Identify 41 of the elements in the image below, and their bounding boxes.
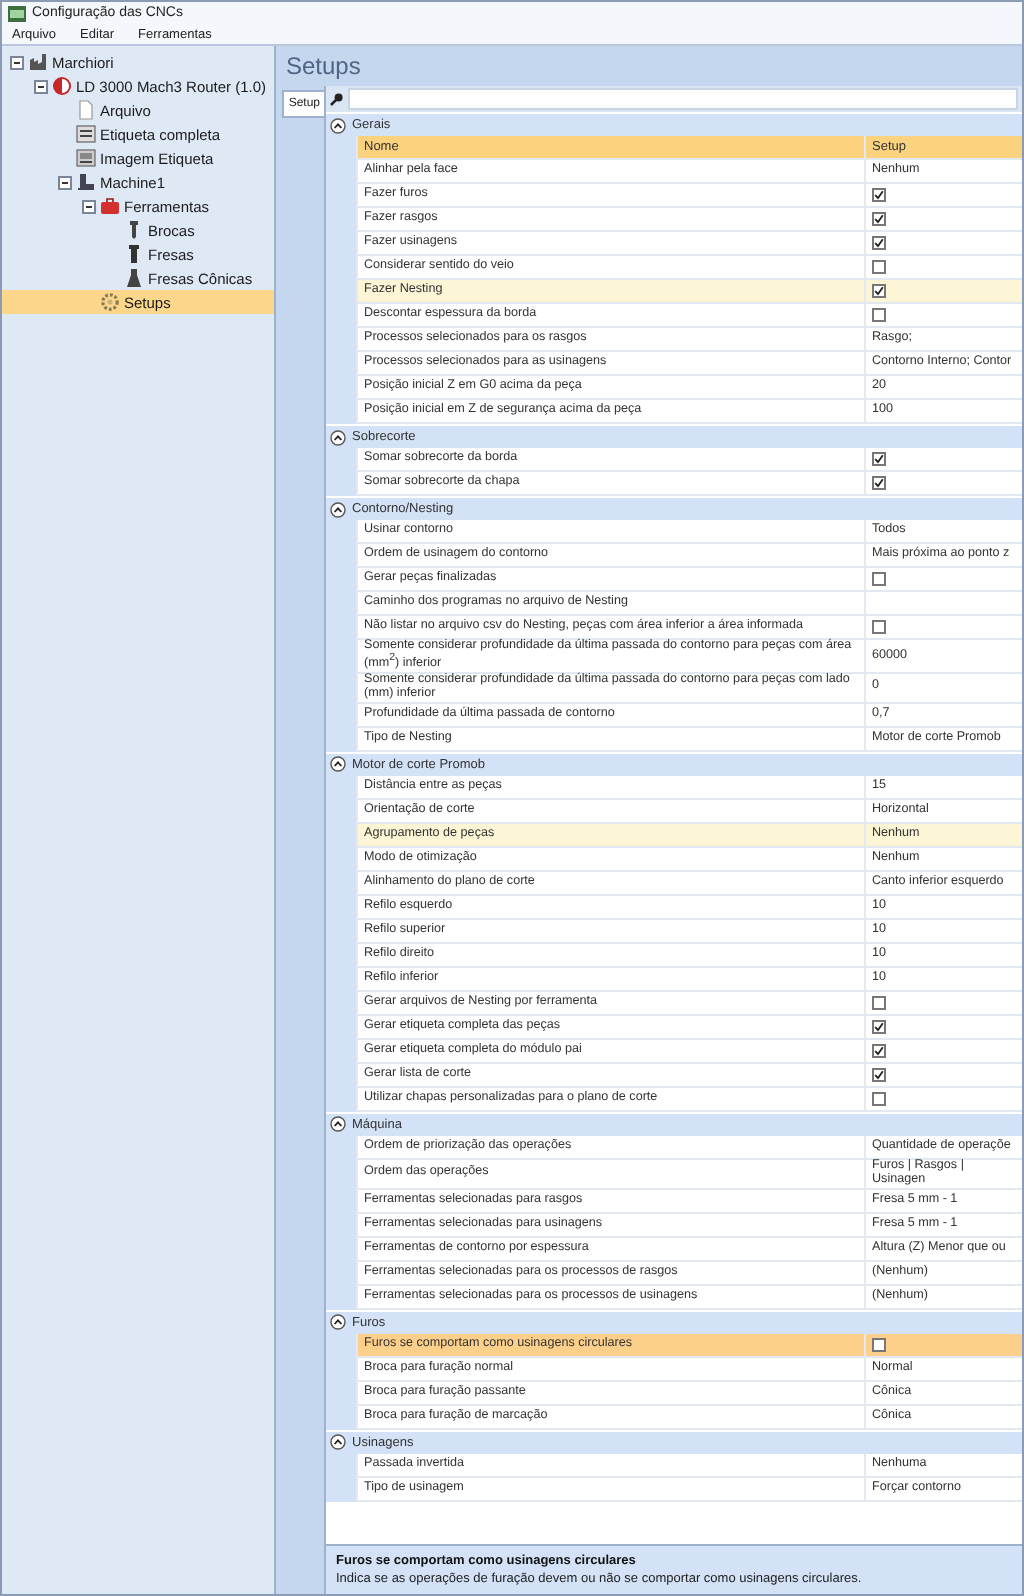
app-icon bbox=[8, 5, 26, 21]
collapse-icon[interactable] bbox=[330, 501, 346, 517]
document-icon bbox=[76, 100, 96, 120]
gear-icon bbox=[100, 292, 120, 312]
collapse-icon[interactable] bbox=[330, 1116, 346, 1133]
checkbox[interactable] bbox=[872, 236, 886, 250]
checkbox[interactable] bbox=[872, 212, 886, 226]
collapse-icon[interactable] bbox=[330, 117, 346, 133]
search-icon bbox=[330, 92, 344, 106]
checkbox[interactable] bbox=[872, 308, 886, 322]
collapse-icon[interactable] bbox=[330, 756, 346, 773]
collapse-icon[interactable] bbox=[330, 429, 346, 445]
machine-icon bbox=[76, 172, 96, 192]
checkbox[interactable] bbox=[872, 452, 886, 466]
page-title: Setups bbox=[284, 50, 363, 84]
drill-bit-icon bbox=[124, 220, 144, 240]
milling-bit-icon bbox=[124, 244, 144, 264]
label-icon bbox=[76, 124, 96, 144]
checkbox[interactable] bbox=[872, 1337, 886, 1352]
checkbox[interactable] bbox=[872, 188, 886, 202]
checkbox[interactable] bbox=[872, 1067, 886, 1082]
checkbox[interactable] bbox=[872, 476, 886, 490]
collapse-icon[interactable] bbox=[330, 1434, 346, 1451]
checkbox[interactable] bbox=[872, 1043, 886, 1058]
checkbox[interactable] bbox=[872, 620, 886, 634]
expander-icon[interactable] bbox=[10, 55, 24, 69]
disc-icon bbox=[52, 76, 72, 96]
checkbox[interactable] bbox=[872, 284, 886, 298]
image-icon bbox=[76, 148, 96, 168]
expander-icon[interactable] bbox=[34, 79, 48, 93]
toolbox-icon bbox=[100, 196, 120, 216]
checkbox[interactable] bbox=[872, 1019, 886, 1034]
factory-icon bbox=[28, 52, 48, 72]
checkbox[interactable] bbox=[872, 1091, 886, 1106]
checkbox[interactable] bbox=[872, 995, 886, 1010]
expander-icon[interactable] bbox=[82, 199, 96, 213]
checkbox[interactable] bbox=[872, 572, 886, 586]
checkbox[interactable] bbox=[872, 260, 886, 274]
expander-icon[interactable] bbox=[58, 175, 72, 189]
collapse-icon[interactable] bbox=[330, 1314, 346, 1331]
search-field[interactable] bbox=[348, 88, 1018, 110]
